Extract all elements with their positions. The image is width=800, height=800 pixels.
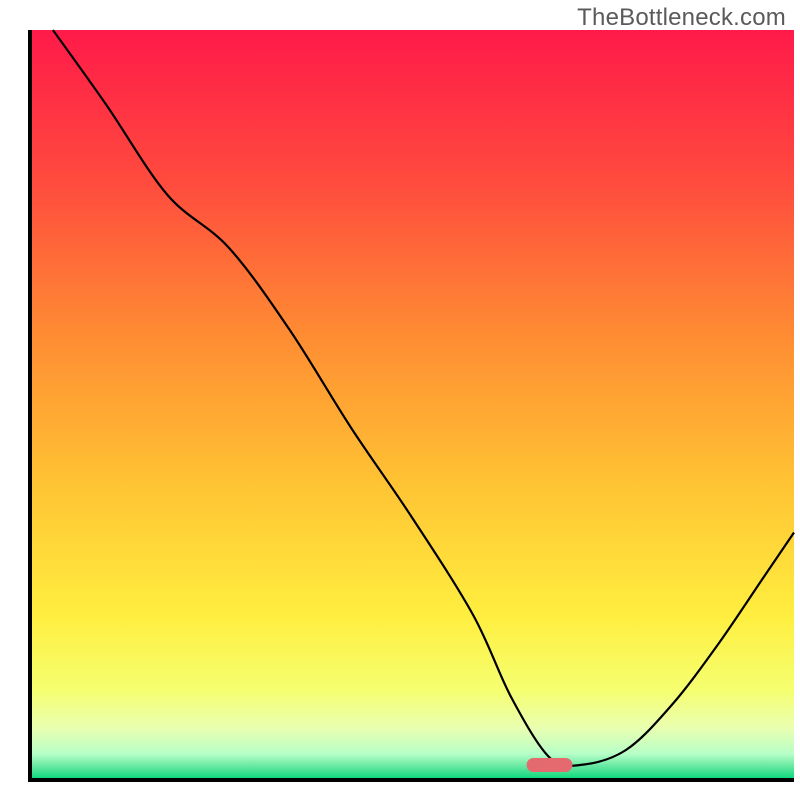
bottleneck-chart xyxy=(0,0,800,800)
chart-frame: TheBottleneck.com xyxy=(0,0,800,800)
optimum-marker xyxy=(527,758,573,772)
chart-background xyxy=(30,30,794,780)
